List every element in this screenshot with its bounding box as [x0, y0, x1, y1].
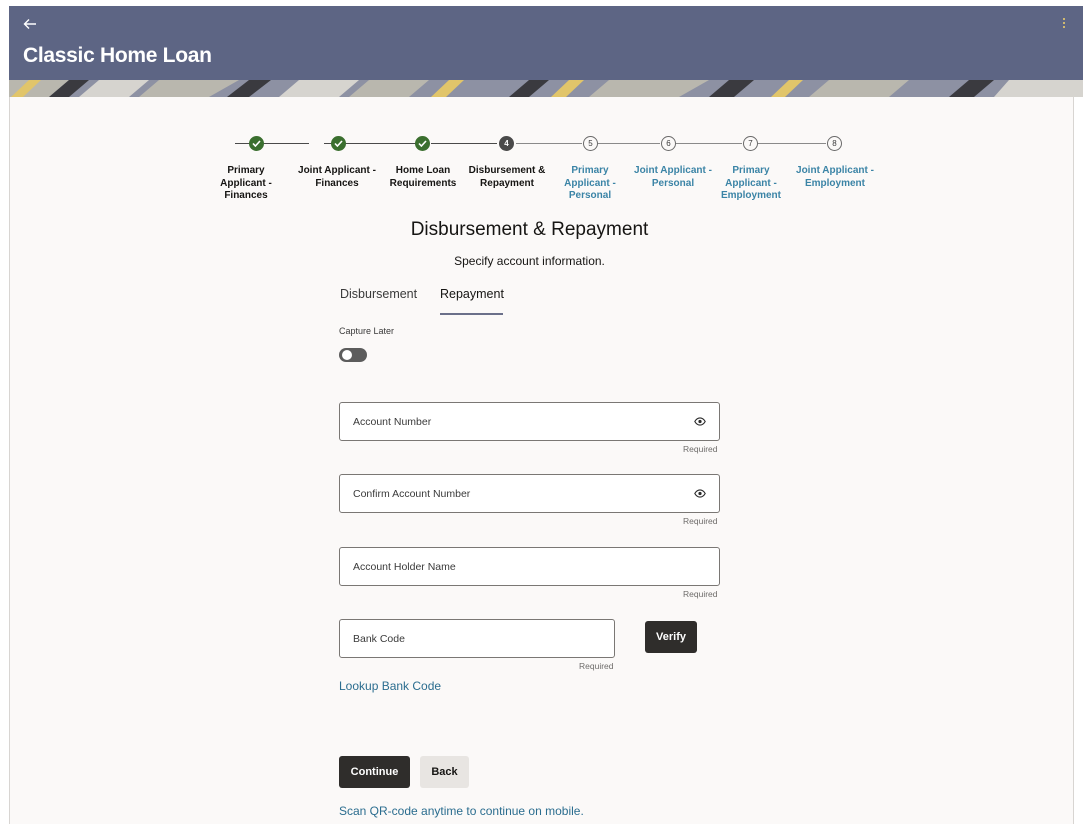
- account-holder-name-required: Required: [683, 589, 718, 599]
- check-icon: [252, 140, 261, 147]
- step-8-pending: 8: [827, 136, 842, 151]
- step-3-complete[interactable]: [415, 136, 430, 151]
- tab-disbursement[interactable]: Disbursement: [340, 287, 417, 301]
- check-icon: [334, 140, 343, 147]
- step-1-complete[interactable]: [249, 136, 264, 151]
- step-3-label: Home Loan Requirements: [389, 165, 457, 189]
- step-6-label: Joint Applicant - Personal: [634, 165, 712, 189]
- account-number-required: Required: [683, 444, 718, 454]
- step-connector: [676, 143, 742, 144]
- kebab-menu-icon[interactable]: [1061, 18, 1067, 34]
- step-4-current[interactable]: 4: [499, 136, 514, 151]
- left-gutter: [0, 0, 9, 824]
- step-5-pending: 5: [583, 136, 598, 151]
- confirm-account-number-input[interactable]: [340, 475, 719, 512]
- app-header: Classic Home Loan: [9, 6, 1083, 80]
- tab-active-indicator: [440, 313, 503, 315]
- right-gutter: [1074, 0, 1083, 824]
- step-connector: [598, 143, 660, 144]
- scan-qr-code-link[interactable]: Scan QR-code anytime to continue on mobi…: [339, 804, 584, 818]
- confirm-account-number-field[interactable]: Confirm Account Number: [339, 474, 720, 513]
- step-4-label: Disbursement & Repayment: [468, 165, 546, 189]
- verify-button[interactable]: Verify: [645, 621, 697, 653]
- account-number-field[interactable]: Account Number: [339, 402, 720, 441]
- toggle-knob: [342, 350, 352, 360]
- capture-later-toggle[interactable]: [339, 348, 367, 362]
- page-title: Disbursement & Repayment: [410, 219, 649, 240]
- header-banner: [9, 80, 1083, 97]
- continue-button[interactable]: Continue: [339, 756, 410, 788]
- step-8-label: Joint Applicant - Employment: [796, 165, 874, 189]
- step-connector: [235, 143, 309, 144]
- step-7-pending: 7: [743, 136, 758, 151]
- bank-code-field[interactable]: Bank Code: [339, 619, 615, 658]
- step-connector: [758, 143, 826, 144]
- arrow-left-icon[interactable]: [23, 18, 41, 34]
- app-title: Classic Home Loan: [23, 44, 212, 67]
- check-icon: [418, 140, 427, 147]
- page-subtitle: Specify account information.: [454, 254, 605, 268]
- lookup-bank-code-link[interactable]: Lookup Bank Code: [339, 679, 441, 693]
- step-6-pending: 6: [661, 136, 676, 151]
- step-5-label: Primary Applicant - Personal: [564, 165, 616, 201]
- back-button[interactable]: Back: [420, 756, 469, 788]
- step-1-label: Primary Applicant - Finances: [220, 165, 272, 201]
- progress-stepper: 4 5 6 7 8 Primary Applicant - Finances J…: [10, 97, 1075, 227]
- step-2-complete[interactable]: [331, 136, 346, 151]
- step-2-label: Joint Applicant - Finances: [298, 165, 376, 189]
- tab-repayment[interactable]: Repayment: [440, 287, 504, 301]
- eye-icon[interactable]: [694, 489, 706, 498]
- capture-later-label: Capture Later: [339, 326, 395, 336]
- eye-icon[interactable]: [694, 417, 706, 426]
- account-number-input[interactable]: [340, 403, 719, 440]
- main-content: 4 5 6 7 8 Primary Applicant - Finances J…: [9, 97, 1074, 824]
- account-holder-name-field[interactable]: Account Holder Name: [339, 547, 720, 586]
- confirm-account-number-required: Required: [683, 516, 718, 526]
- step-connector: [431, 143, 497, 144]
- step-connector: [516, 143, 582, 144]
- bank-code-required: Required: [579, 661, 614, 671]
- bank-code-input[interactable]: [340, 620, 614, 657]
- account-holder-name-input[interactable]: [340, 548, 719, 585]
- step-7-label: Primary Applicant - Employment: [720, 165, 781, 201]
